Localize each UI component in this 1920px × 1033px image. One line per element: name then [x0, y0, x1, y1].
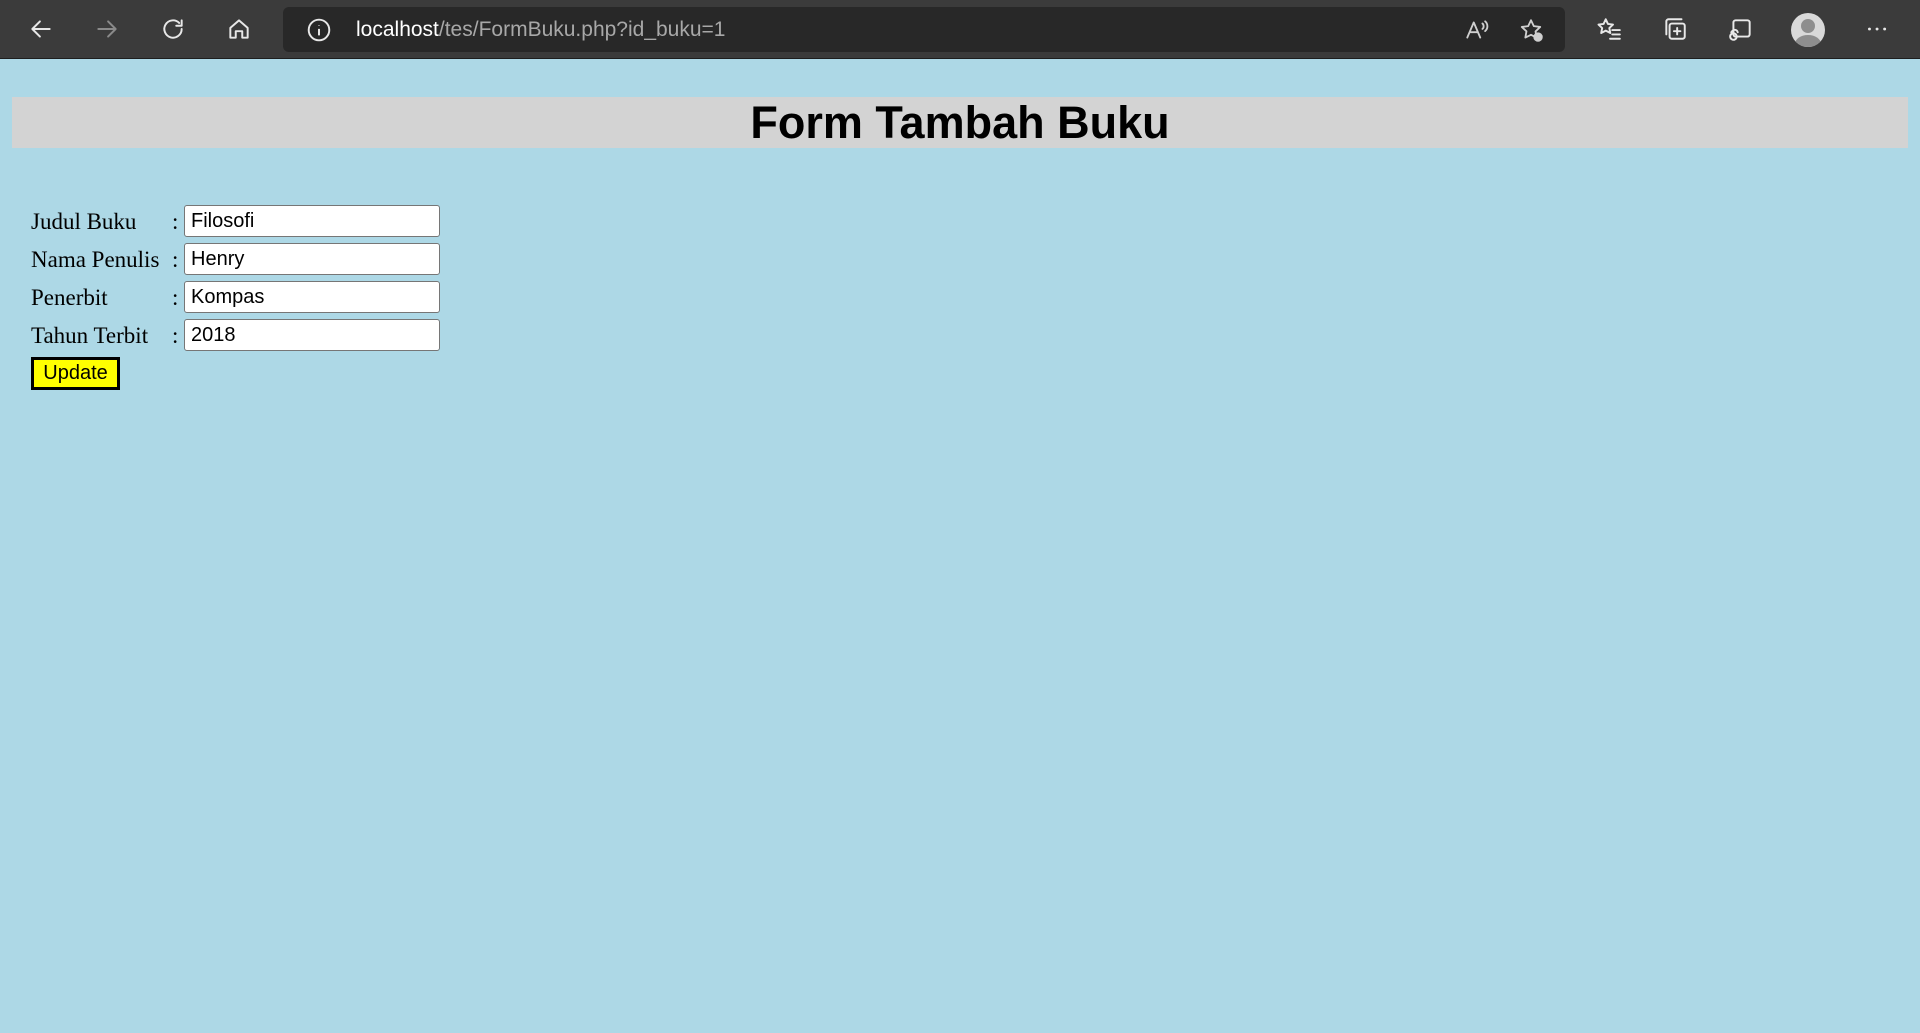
- browser-essentials-button[interactable]: [1721, 11, 1761, 47]
- site-info-button[interactable]: [305, 16, 333, 44]
- colon-separator: :: [172, 323, 179, 348]
- favorites-button[interactable]: [1589, 11, 1629, 47]
- tahun-terbit-label: Tahun Terbit: [31, 323, 149, 348]
- update-button[interactable]: Update: [31, 357, 120, 390]
- profile-avatar-icon: [1801, 19, 1815, 33]
- refresh-button[interactable]: [153, 11, 193, 47]
- colon-separator: :: [172, 209, 179, 234]
- url-path: /tes/FormBuku.php?id_buku=1: [438, 18, 726, 41]
- back-arrow-icon: [31, 20, 51, 38]
- profile-button[interactable]: [1791, 13, 1825, 47]
- home-button[interactable]: [219, 11, 259, 47]
- more-button[interactable]: [1857, 11, 1897, 47]
- favorites-icon: [1597, 18, 1621, 40]
- forward-button[interactable]: [87, 11, 127, 47]
- read-aloud-icon: [1466, 20, 1489, 39]
- colon-separator: :: [172, 247, 179, 272]
- add-favorite-icon: [1520, 19, 1543, 42]
- collections-icon: [1665, 18, 1686, 40]
- penerbit-input[interactable]: [184, 281, 440, 313]
- browser-essentials-icon: [1729, 19, 1751, 41]
- browser-toolbar: localhost/tes/FormBuku.php?id_buku=1: [0, 0, 1920, 59]
- page-header: Form Tambah Buku: [12, 97, 1908, 148]
- page-title: Form Tambah Buku: [750, 96, 1170, 148]
- url-text[interactable]: localhost/tes/FormBuku.php?id_buku=1: [356, 7, 726, 52]
- add-favorite-button[interactable]: [1515, 14, 1547, 46]
- colon-separator: :: [172, 285, 179, 310]
- back-button[interactable]: [21, 11, 61, 47]
- address-bar[interactable]: localhost/tes/FormBuku.php?id_buku=1: [283, 7, 1565, 52]
- info-icon: [307, 18, 331, 42]
- judul-buku-input[interactable]: [184, 205, 440, 237]
- penerbit-label: Penerbit: [31, 285, 108, 310]
- collections-button[interactable]: [1655, 11, 1695, 47]
- nama-penulis-input[interactable]: [184, 243, 440, 275]
- url-host: localhost: [356, 18, 439, 41]
- judul-buku-label: Judul Buku: [31, 209, 137, 234]
- read-aloud-button[interactable]: [1461, 14, 1493, 46]
- nama-penulis-label: Nama Penulis: [31, 247, 160, 272]
- tahun-terbit-input[interactable]: [184, 319, 440, 351]
- more-icon: [1868, 27, 1887, 31]
- forward-arrow-icon: [97, 20, 117, 38]
- refresh-icon: [163, 19, 183, 39]
- home-icon: [229, 19, 249, 39]
